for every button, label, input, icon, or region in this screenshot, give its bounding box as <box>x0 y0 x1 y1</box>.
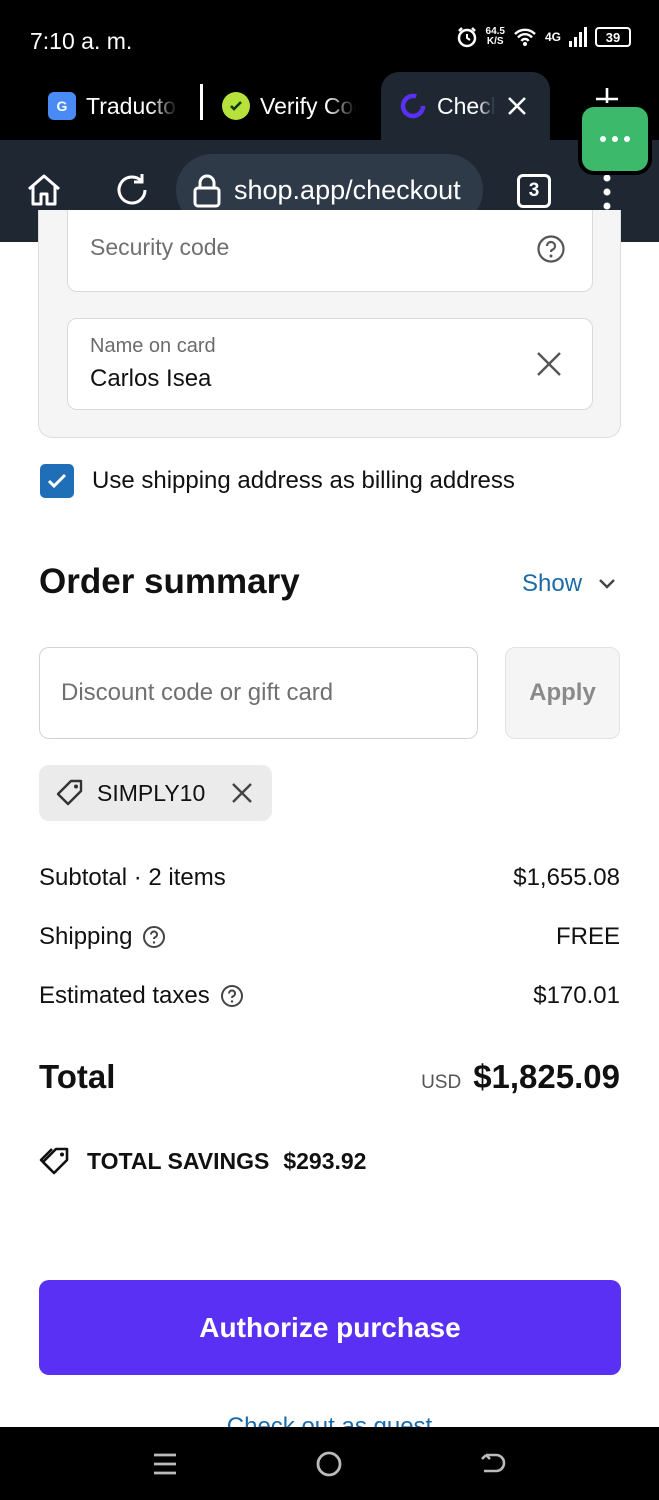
taxes-value: $170.01 <box>533 982 620 1009</box>
signal-icon <box>569 27 587 47</box>
tab-switcher-button[interactable]: 3 <box>517 174 551 208</box>
lock-icon <box>193 174 221 208</box>
applied-discount-chip: SIMPLY10 <box>39 765 272 821</box>
browser-tab-strip: G Traductor Verify Code Checkout <box>0 72 659 140</box>
status-icons: 64.5 K/S 4G 39 <box>456 26 631 48</box>
authorize-purchase-button[interactable]: Authorize purchase <box>39 1280 621 1375</box>
tab-divider <box>200 84 203 120</box>
tab-translator[interactable]: G Traductor <box>48 72 178 140</box>
dot <box>624 136 630 142</box>
home-circle-icon[interactable] <box>314 1449 344 1479</box>
show-summary-toggle[interactable]: Show <box>522 570 616 598</box>
dot <box>612 136 618 142</box>
network-type: 4G <box>544 30 561 44</box>
billing-address-checkbox[interactable] <box>40 464 74 498</box>
tab-close-icon[interactable] <box>502 91 532 121</box>
tab-label: Checkout <box>437 92 495 119</box>
shipping-value: FREE <box>555 923 620 950</box>
total-savings-row: TOTAL SAVINGS $293.92 <box>39 1146 366 1176</box>
recent-apps-icon[interactable] <box>150 1449 180 1479</box>
discount-code-field[interactable] <box>39 647 478 739</box>
network-speed: 64.5 K/S <box>486 27 505 47</box>
tab-label: Traductor <box>86 92 178 119</box>
savings-value: $293.92 <box>283 1147 367 1174</box>
shipping-label-group: Shipping <box>39 923 166 951</box>
verify-icon <box>222 92 250 120</box>
show-label: Show <box>522 570 583 597</box>
payment-card-panel: Security code Name on card Carlos Isea <box>38 210 621 438</box>
battery-indicator: 39 <box>595 27 631 47</box>
name-on-card-label: Name on card <box>90 335 216 357</box>
total-amount-group: USD $1,825.09 <box>421 1058 620 1096</box>
billing-address-label: Use shipping address as billing address <box>92 467 515 494</box>
security-code-placeholder: Security code <box>90 234 230 260</box>
dot <box>600 136 606 142</box>
chevron-down-icon <box>599 579 615 589</box>
taxes-help-icon[interactable] <box>220 984 244 1008</box>
total-row: Total USD $1,825.09 <box>39 1058 620 1096</box>
status-bar: 7:10 a. m. 64.5 K/S 4G 39 <box>0 0 659 72</box>
checkmark-icon <box>47 473 67 489</box>
wifi-icon <box>514 28 536 46</box>
remove-code-icon[interactable] <box>230 781 254 805</box>
back-icon[interactable] <box>478 1449 508 1479</box>
checkout-as-guest-link[interactable]: Check out as guest <box>0 1407 659 1427</box>
tab-verify[interactable]: Verify Code <box>222 72 356 140</box>
clear-icon[interactable] <box>534 349 564 379</box>
taxes-label: Estimated taxes <box>39 982 210 1009</box>
alarm-icon <box>457 27 476 48</box>
name-on-card-field[interactable]: Name on card Carlos Isea <box>67 318 593 410</box>
apply-discount-button[interactable]: Apply <box>505 647 620 739</box>
currency-code: USD <box>421 1072 462 1093</box>
billing-address-checkbox-row[interactable]: Use shipping address as billing address <box>40 464 515 498</box>
reload-icon[interactable] <box>112 170 152 210</box>
total-amount: $1,825.09 <box>473 1058 620 1095</box>
applied-code: SIMPLY10 <box>97 779 206 806</box>
shipping-row: Shipping FREE <box>39 923 620 951</box>
translate-icon: G <box>48 92 76 120</box>
subtotal-label: Subtotal · 2 items <box>39 864 226 891</box>
system-nav-bar <box>0 1427 659 1500</box>
taxes-label-group: Estimated taxes <box>39 982 244 1010</box>
more-options-fab[interactable] <box>582 107 648 171</box>
tab-label: Verify Code <box>260 92 356 119</box>
speed-unit: K/S <box>486 36 504 47</box>
shipping-label: Shipping <box>39 923 133 950</box>
tag-icon <box>56 779 83 806</box>
home-icon[interactable] <box>24 170 64 210</box>
taxes-row: Estimated taxes $170.01 <box>39 982 620 1010</box>
subtotal-value: $1,655.08 <box>513 864 620 891</box>
status-time: 7:10 a. m. <box>30 28 133 54</box>
shipping-help-icon[interactable] <box>142 925 166 949</box>
tab-checkout[interactable]: Checkout <box>381 72 550 140</box>
total-label: Total <box>39 1058 116 1095</box>
savings-tag-icon <box>39 1147 69 1175</box>
subtotal-row: Subtotal · 2 items $1,655.08 <box>39 864 620 892</box>
shop-icon <box>399 92 427 120</box>
help-icon[interactable] <box>536 234 566 264</box>
discount-code-input[interactable] <box>40 648 477 738</box>
security-code-field[interactable]: Security code <box>67 210 593 292</box>
menu-dots-icon[interactable] <box>598 172 616 212</box>
order-summary-title: Order summary <box>39 562 300 601</box>
url-text: shop.app/checkout <box>234 174 461 205</box>
name-on-card-value: Carlos Isea <box>90 365 212 392</box>
savings-label: TOTAL SAVINGS <box>87 1147 270 1174</box>
